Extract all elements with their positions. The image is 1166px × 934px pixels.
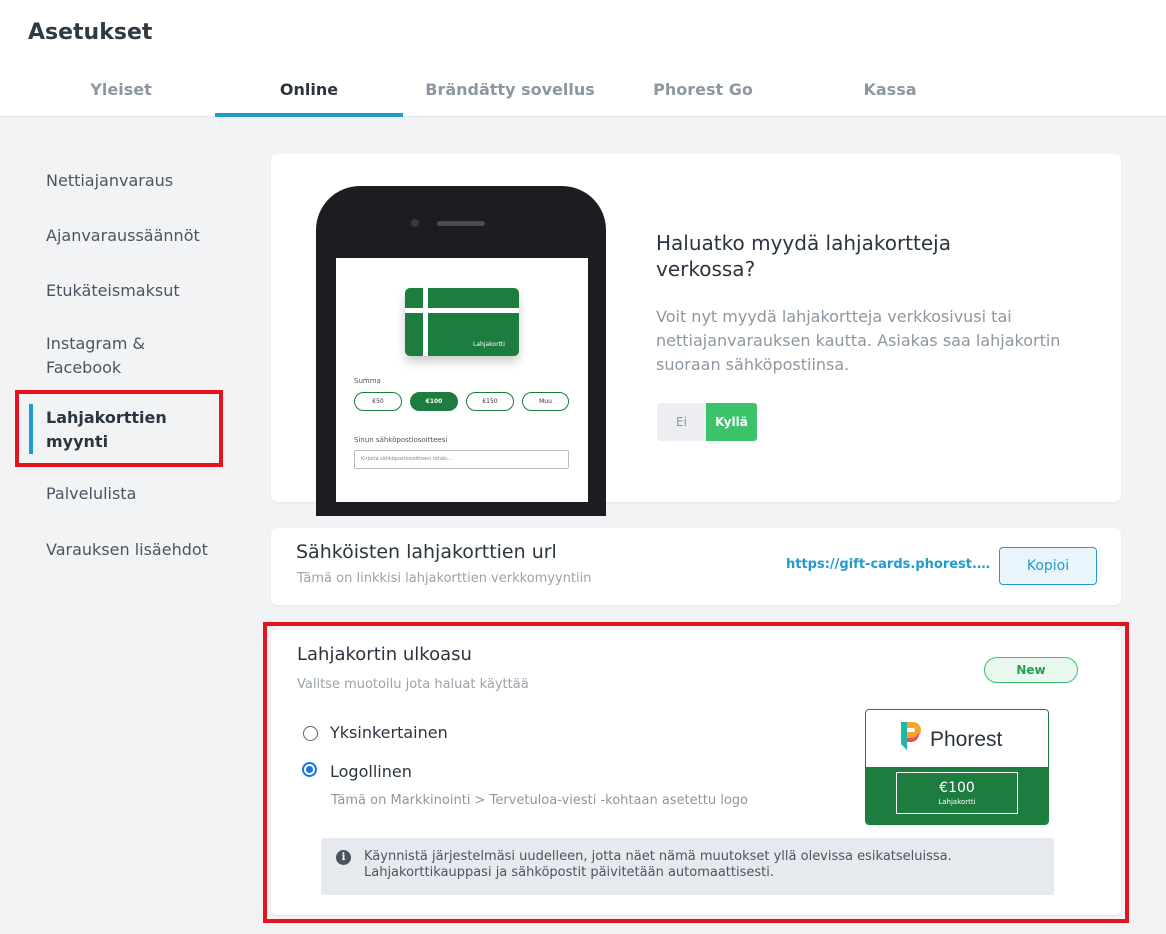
info-message-text: Käynnistä järjestelmäsi uudelleen, jotta…: [364, 849, 952, 880]
preview-brand-name: Phorest: [930, 728, 1003, 751]
tab-phorest-go[interactable]: Phorest Go: [640, 80, 766, 117]
phone-amount-pill: €150: [466, 392, 514, 411]
sidebar-item-ajanvaraussaannot[interactable]: Ajanvaraussäännöt: [46, 224, 200, 248]
toggle-option-kylla[interactable]: Kyllä: [706, 403, 757, 441]
phone-amount-label: Summa: [354, 377, 381, 385]
promo-title: Haluatko myydä lahjakortteja verkossa?: [656, 231, 951, 281]
copy-url-button[interactable]: Kopioi: [999, 547, 1097, 585]
gift-card-url-link[interactable]: https://gift-cards.phorest.c...: [786, 557, 992, 572]
phone-amount-pill-selected: €100: [410, 392, 458, 411]
url-card: [271, 528, 1121, 605]
radio-yksinkertainen[interactable]: [303, 726, 318, 741]
radio-label-yksinkertainen[interactable]: Yksinkertainen: [330, 723, 448, 742]
tab-label: Brändätty sovellus: [425, 80, 595, 99]
ribbon-horizontal: [405, 308, 519, 313]
url-section-title: Sähköisten lahjakorttien url: [296, 541, 557, 563]
toggle-option-ei[interactable]: Ei: [657, 403, 706, 441]
sidebar-item-etukateismaksut[interactable]: Etukäteismaksut: [46, 279, 180, 303]
tab-label: Kassa: [863, 80, 917, 99]
phone-amount-pill: €50: [354, 392, 402, 411]
sidebar-item-palvelulista[interactable]: Palvelulista: [46, 482, 136, 506]
active-tab-indicator: [215, 113, 403, 117]
tab-kassa[interactable]: Kassa: [840, 80, 940, 117]
design-section-title: Lahjakortin ulkoasu: [297, 644, 472, 665]
mini-gift-card: Lahjakortti: [405, 288, 519, 356]
ribbon-vertical: [423, 288, 428, 356]
preview-body: €100 Lahjakortti: [866, 767, 1048, 824]
mini-card-label: Lahjakortti: [473, 341, 505, 348]
sidebar-item-varauksen-lisaehdot[interactable]: Varauksen lisäehdot: [46, 538, 208, 562]
radio-label-logollinen[interactable]: Logollinen: [330, 762, 412, 781]
logo-help-text: Tämä on Markkinointi > Tervetuloa-viesti…: [331, 793, 748, 808]
speaker-icon: [437, 221, 485, 226]
phone-amount-pill: Muu: [522, 392, 569, 411]
url-section-subtitle: Tämä on linkkisi lahjakorttien verkkomyy…: [297, 571, 592, 586]
header: Asetukset Yleiset Online Brändätty sovel…: [0, 0, 1166, 117]
sidebar-item-instagram-facebook[interactable]: Instagram & Facebook: [46, 332, 196, 380]
phorest-logo-icon: [901, 722, 921, 750]
promo-text: Voit nyt myydä lahjakortteja verkkosivus…: [656, 307, 1061, 374]
new-badge: New: [984, 657, 1078, 683]
phone-email-input: Kirjoita sähköpostiosoitteesi tähän...: [354, 450, 569, 469]
preview-amount: €100: [939, 780, 975, 796]
radio-logollinen[interactable]: [302, 762, 317, 777]
tab-online[interactable]: Online: [215, 80, 403, 117]
preview-header: Phorest: [866, 710, 1048, 767]
tab-brandatty-sovellus[interactable]: Brändätty sovellus: [415, 80, 605, 117]
preview-amount-box: €100 Lahjakortti: [896, 772, 1018, 814]
tab-label: Yleiset: [90, 80, 152, 99]
phone-email-label: Sinun sähköpostiosoitteesi: [354, 436, 448, 444]
design-section-subtitle: Valitse muotoilu jota haluat käyttää: [297, 677, 529, 692]
gift-card-preview: Phorest €100 Lahjakortti: [865, 709, 1049, 825]
camera-icon: [411, 219, 419, 227]
page-title: Asetukset: [28, 20, 153, 45]
tab-label: Phorest Go: [653, 80, 753, 99]
sidebar-item-nettiajanvaraus[interactable]: Nettiajanvaraus: [46, 169, 173, 193]
sidebar-item-lahjakorttien-myynti[interactable]: Lahjakorttien myynti: [46, 406, 186, 454]
tab-yleiset[interactable]: Yleiset: [80, 80, 162, 117]
preview-label: Lahjakortti: [938, 798, 976, 806]
sidebar-active-indicator: [29, 404, 33, 454]
tab-label: Online: [279, 80, 339, 99]
info-icon: i: [336, 850, 351, 865]
